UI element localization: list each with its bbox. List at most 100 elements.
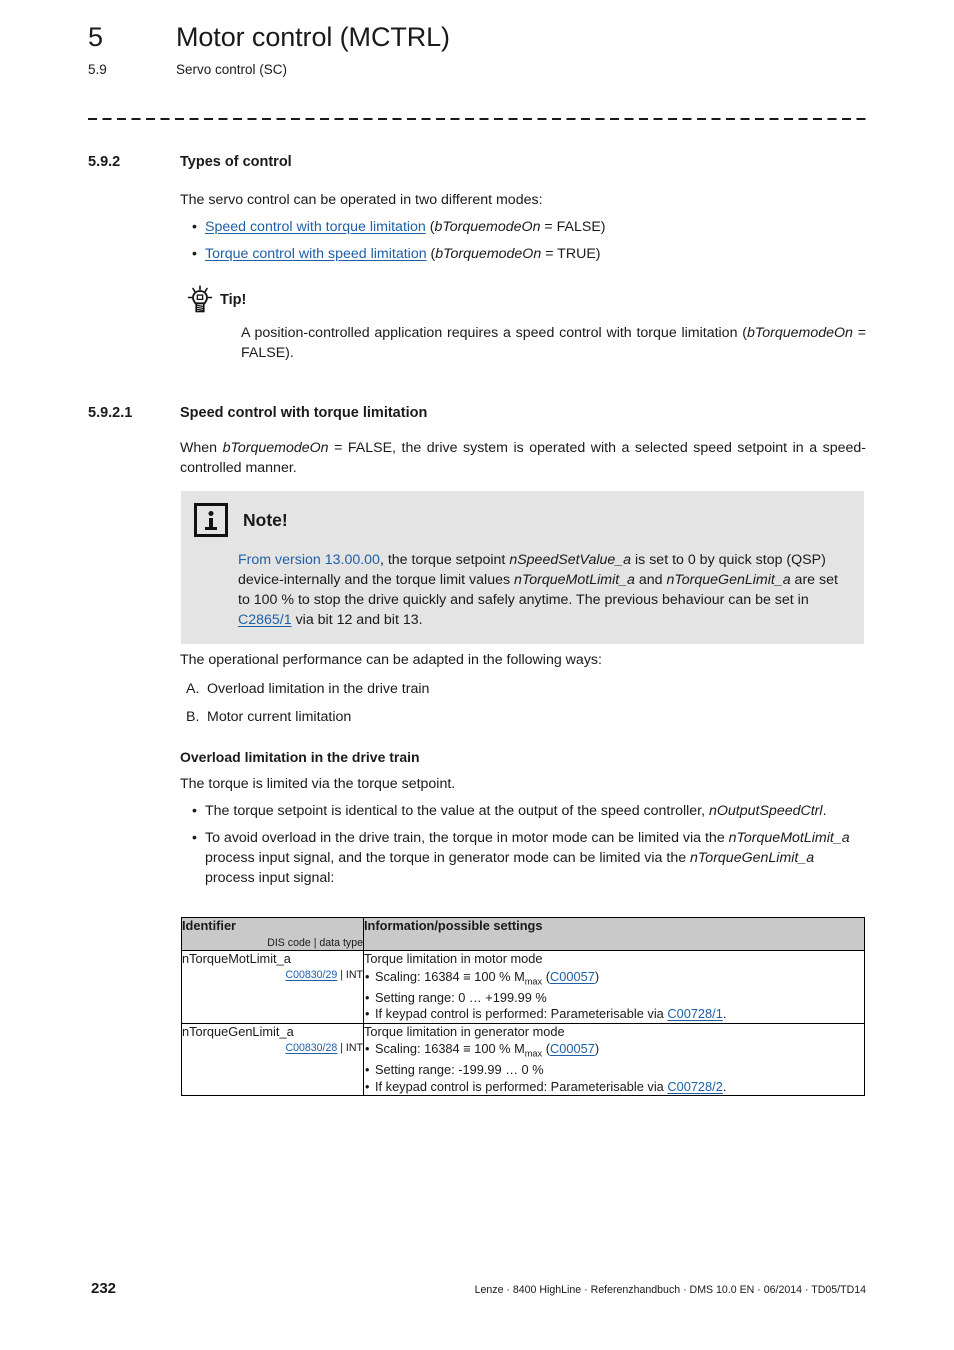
list-item: • Speed control with torque limitation (b… <box>180 217 866 237</box>
link-c2865-1[interactable]: C2865/1 <box>238 612 292 628</box>
cell-information: Torque limitation in generator mode Scal… <box>363 1022 865 1097</box>
mode-0-variable: bTorquemodeOn <box>434 219 541 235</box>
lightbulb-icon <box>180 283 220 317</box>
link-c00728-2[interactable]: C00728/2 <box>667 1079 723 1094</box>
link-c00057[interactable]: C00057 <box>550 969 595 984</box>
keypad-suffix: . <box>722 1006 727 1022</box>
information-bullets: Scaling: 16384 ≡ 100 % Mmax (C00057) Set… <box>364 969 864 1023</box>
heading-5-9-2-number: 5.9.2 <box>88 154 121 170</box>
column-header-information: Information/possible settings <box>363 917 865 951</box>
column-header-identifier: Identifier DIS code | data type <box>181 917 364 951</box>
overload-bullet-1-v2: nTorqueGenLimit_a <box>690 850 815 866</box>
info-icon-dot <box>208 511 214 516</box>
table-row: nTorqueGenLimit_a C00830/28 | INT Torque… <box>181 1022 865 1097</box>
speed-control-paragraph-variable: bTorquemodeOn <box>222 440 329 456</box>
identifier-name: nTorqueMotLimit_a <box>182 951 291 966</box>
tip-text-part1: A position-controlled application requir… <box>241 325 747 341</box>
column-header-identifier-sub: DIS code | data type <box>267 937 363 949</box>
note-t3: and <box>634 572 667 588</box>
mode-0-suffix-open: ( <box>425 219 435 235</box>
heading-5-9-2-1-title: Speed control with torque limitation <box>180 405 428 421</box>
list-item-scaling: Scaling: 16384 ≡ 100 % Mmax (C00057) <box>364 1041 864 1062</box>
section-number: 5.9 <box>88 62 107 77</box>
header-divider <box>88 118 866 120</box>
note-t5: via bit 12 and bit 13. <box>291 612 423 628</box>
link-dis-code[interactable]: C00830/28 <box>285 1042 337 1054</box>
information-lead: Torque limitation in generator mode <box>364 1023 565 1039</box>
overload-bullet-1-v1: nTorqueMotLimit_a <box>728 830 850 846</box>
bullet-dot: • <box>192 246 197 262</box>
info-icon <box>194 503 228 537</box>
keypad-prefix: If keypad control is performed: Paramete… <box>375 1078 668 1094</box>
document-page: 5 Motor control (MCTRL) 5.9 Servo contro… <box>0 0 954 1350</box>
note-v2: nTorqueMotLimit_a <box>514 572 635 588</box>
link-c00057[interactable]: C00057 <box>550 1041 595 1056</box>
table-row: nTorqueMotLimit_a C00830/29 | INT Torque… <box>181 950 865 1024</box>
info-icon-base <box>205 527 217 530</box>
list-item-label: Motor current limitation <box>207 709 352 725</box>
heading-5-9-2-title: Types of control <box>180 154 292 170</box>
note-version-text: From version 13.00.00 <box>238 552 380 568</box>
keypad-suffix: . <box>722 1078 727 1094</box>
list-item: B. Motor current limitation <box>180 707 866 727</box>
note-v3: nTorqueGenLimit_a <box>666 572 791 588</box>
cell-identifier: nTorqueGenLimit_a C00830/28 | INT <box>181 1022 364 1097</box>
link-speed-control-with-torque-limitation[interactable]: Speed control with torque limitation <box>205 219 426 235</box>
dis-code-separator: | <box>337 969 346 981</box>
note-label: Note! <box>243 509 288 530</box>
identifier-code: C00830/29 | INT <box>182 968 363 983</box>
list-item-scaling: Scaling: 16384 ≡ 100 % Mmax (C00057) <box>364 969 864 990</box>
running-head: 5 Motor control (MCTRL) 5.9 Servo contro… <box>88 20 878 79</box>
tip-label: Tip! <box>220 292 247 308</box>
identifier-name: nTorqueGenLimit_a <box>182 1023 294 1039</box>
mode-1-variable: bTorquemodeOn <box>435 246 542 262</box>
identical-to-icon: ≡ <box>463 1041 471 1057</box>
information-bullets: Scaling: 16384 ≡ 100 % Mmax (C00057) Set… <box>364 1041 864 1095</box>
note-callout: Note! From version 13.00.00, the torque … <box>181 491 864 644</box>
section-heading-row: 5.9 Servo control (SC) <box>88 61 878 79</box>
scaling-paren-close: ) <box>594 968 600 984</box>
scaling-paren-open: ( <box>542 1041 550 1057</box>
scaling-prefix: Scaling: 16384 <box>375 968 464 984</box>
column-header-identifier-main: Identifier <box>182 918 237 933</box>
heading-5-9-2-1-number: 5.9.2.1 <box>88 405 133 421</box>
link-dis-code[interactable]: C00830/29 <box>285 969 337 981</box>
information-lead: Torque limitation in motor mode <box>364 951 543 966</box>
list-item-marker: A. <box>186 681 200 697</box>
mode-0-suffix-close: = FALSE) <box>540 219 606 235</box>
link-torque-control-with-speed-limitation[interactable]: Torque control with speed limitation <box>205 246 427 262</box>
heading-5-9-2-1: 5.9.2.1 Speed control with torque limita… <box>88 403 878 423</box>
scaling-subscript: max <box>524 1048 543 1059</box>
scaling-mid: 100 % M <box>470 1041 525 1057</box>
cell-information: Torque limitation in motor mode Scaling:… <box>363 950 865 1024</box>
overload-bullet-0-t1: The torque setpoint is identical to the … <box>205 803 709 819</box>
overload-bullet-0-t2: . <box>822 803 827 819</box>
list-item-marker: B. <box>186 709 200 725</box>
chapter-title: Motor control (MCTRL) <box>176 22 450 52</box>
note-t1: , the torque setpoint <box>379 552 510 568</box>
parameter-table: Identifier DIS code | data type Informat… <box>181 917 865 1097</box>
list-item: • To avoid overload in the drive train, t… <box>180 828 866 888</box>
tip-text: A position-controlled application requir… <box>241 323 866 363</box>
note-v1: nSpeedSetValue_a <box>509 552 632 568</box>
identical-to-icon: ≡ <box>463 968 471 984</box>
cell-identifier: nTorqueMotLimit_a C00830/29 | INT <box>181 950 364 1024</box>
scaling-paren-open: ( <box>542 968 550 984</box>
operational-performance-intro: The operational performance can be adapt… <box>180 652 602 668</box>
note-header: Note! <box>181 503 864 537</box>
list-item-setting-range: Setting range: 0 … +199.99 % <box>364 990 864 1007</box>
operational-performance-list: A. Overload limitation in the drive train… <box>180 679 866 735</box>
overload-limitation-intro: The torque is limited via the torque set… <box>180 776 456 792</box>
link-c00728-1[interactable]: C00728/1 <box>667 1006 723 1021</box>
overload-bullet-0-v1: nOutputSpeedCtrl <box>708 803 823 819</box>
chapter-number: 5 <box>88 22 104 52</box>
overload-limitation-heading: Overload limitation in the drive train <box>180 749 420 765</box>
section-title: Servo control (SC) <box>176 62 288 77</box>
mode-1-suffix-close: = TRUE) <box>541 246 601 262</box>
bullet-dot: • <box>192 803 197 819</box>
data-type: INT <box>345 1041 363 1054</box>
scaling-mid: 100 % M <box>470 968 525 984</box>
list-item-setting-range: Setting range: -199.99 … 0 % <box>364 1062 864 1079</box>
identifier-code: C00830/28 | INT <box>182 1041 363 1056</box>
control-modes-list: • Speed control with torque limitation (b… <box>180 217 866 264</box>
